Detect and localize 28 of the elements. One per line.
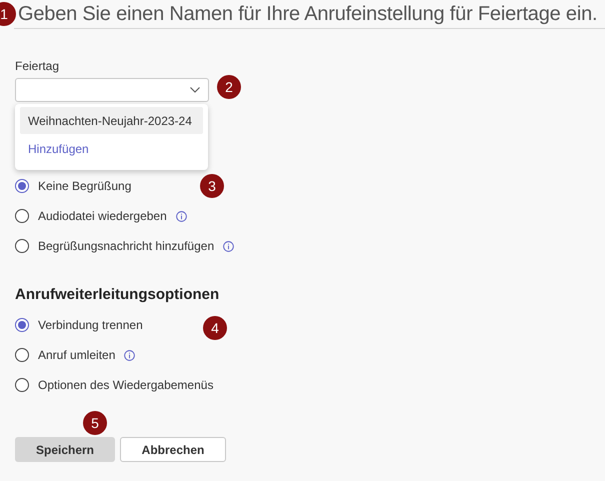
radio-label: Optionen des Wiedergabemenüs (38, 378, 214, 392)
menu-option[interactable]: Weihnachten-Neujahr-2023-24 (20, 107, 203, 134)
field-label: Feiertag (15, 59, 60, 73)
radio-button[interactable] (15, 318, 29, 332)
radio-button[interactable] (15, 239, 29, 253)
page-title: Geben Sie einen Namen für Ihre Anrufeinstellung für Feiertage ein. (18, 2, 598, 26)
cancel-button[interactable]: Abbrechen (120, 437, 226, 462)
step-number-marker: 4 (203, 316, 227, 340)
step-number-marker: 1 (0, 2, 16, 26)
radio-label: Audiodatei wiedergeben (38, 209, 167, 223)
radio-button[interactable] (15, 378, 29, 392)
info-icon[interactable] (176, 210, 187, 222)
info-icon[interactable] (223, 240, 234, 252)
radio-button[interactable] (15, 209, 29, 223)
radio-label: Verbindung trennen (38, 318, 143, 332)
step-number-marker: 5 (83, 411, 107, 435)
add-link[interactable]: Hinzufügen (20, 134, 203, 164)
radio-label: Begrüßungsnachricht hinzufügen (38, 239, 214, 253)
info-icon[interactable] (124, 350, 136, 360)
chevron-down-icon (190, 87, 200, 93)
radio-button[interactable] (15, 179, 29, 193)
radio-button[interactable] (15, 348, 29, 362)
radio-label: Anruf umleiten (38, 348, 116, 362)
step-number-marker: 3 (200, 174, 224, 198)
step-number-marker: 2 (217, 75, 241, 99)
section-heading: Anrufweiterleitungsoptionen (15, 286, 220, 303)
save-button[interactable]: Speichern (15, 437, 115, 462)
radio-label: Keine Begrüßung (38, 179, 132, 193)
